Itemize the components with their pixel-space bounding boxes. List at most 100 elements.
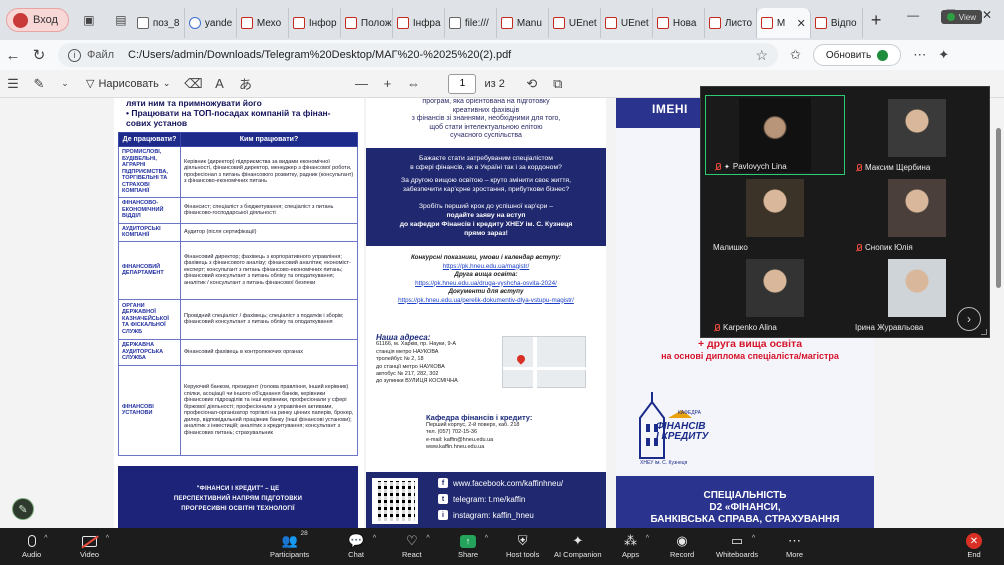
browser-tab-label: Інфра xyxy=(412,17,441,29)
audio-button[interactable]: ^ Audio xyxy=(22,532,48,559)
chevron-up-icon[interactable]: ^ xyxy=(373,535,376,542)
profile-button[interactable]: Вход xyxy=(6,8,69,32)
chevron-up-icon[interactable]: ^ xyxy=(485,535,488,542)
browser-tab[interactable]: Полож xyxy=(341,8,393,38)
workspaces-icon[interactable]: ▣ xyxy=(77,8,101,32)
draw-icon: ▽ xyxy=(86,78,95,90)
url-input[interactable]: i Файл C:/Users/admin/Downloads/Telegram… xyxy=(58,43,778,67)
cta-line: Зробіть перший крок до успішної кар'єри … xyxy=(418,203,554,210)
map-road xyxy=(533,337,537,389)
browser-tab[interactable]: UEnet xyxy=(549,8,601,38)
intro-line: сучасного суспільства xyxy=(450,132,522,139)
pencil-icon[interactable]: ✎ xyxy=(12,498,34,520)
end-call-icon: ✕ xyxy=(966,533,982,549)
whiteboard-icon: ▭ xyxy=(730,533,744,548)
share-label: Share xyxy=(458,550,479,559)
chat-button[interactable]: 💬 ^ Chat xyxy=(348,532,376,559)
address-line: 61166, м. Харків, пр. Науки, 9-А xyxy=(376,341,457,348)
admission-link[interactable]: https://pk.hneu.edu.ua/magistr/ xyxy=(366,263,606,272)
chevron-up-icon[interactable]: ^ xyxy=(426,535,429,542)
browser-tab[interactable]: Нова xyxy=(653,8,705,38)
contents-icon[interactable]: ☰ xyxy=(0,76,26,92)
browser-tab[interactable]: Інфор xyxy=(289,8,341,38)
scrollbar-thumb[interactable] xyxy=(996,128,1001,288)
next-page-button[interactable]: › xyxy=(957,307,981,331)
participant-tile[interactable]: Karpenko Alina xyxy=(705,255,845,335)
new-tab-button[interactable]: + xyxy=(871,10,882,31)
react-button[interactable]: ♡ ^ React xyxy=(402,532,430,559)
participant-tile[interactable]: Снопик Юлія xyxy=(847,175,987,255)
end-meeting-button[interactable]: ✕ End xyxy=(966,532,982,559)
refresh-icon[interactable]: ↻ xyxy=(26,46,52,64)
record-button[interactable]: ◉ Record xyxy=(670,532,694,559)
browser-tab[interactable]: поз_8 xyxy=(133,8,185,38)
browser-tab[interactable]: Відпо xyxy=(811,8,863,38)
social-link[interactable]: i instagram: kaffin_hneu xyxy=(438,510,534,520)
browser-tab[interactable]: UEnet xyxy=(601,8,653,38)
browser-tab[interactable]: Інфра xyxy=(393,8,445,38)
zoom-in-button[interactable]: + xyxy=(374,76,400,91)
ai-companion-button[interactable]: ✦ AI Companion xyxy=(554,532,602,559)
browser-tab[interactable]: Manu xyxy=(497,8,549,38)
pin-icon: ✦ xyxy=(724,163,730,171)
page-view-icon[interactable]: ⧉ xyxy=(545,76,571,92)
browser-tab[interactable]: yande xyxy=(185,8,237,38)
chevron-up-icon[interactable]: ^ xyxy=(646,535,649,542)
participant-tile[interactable]: ✦ Pavlovych Lina xyxy=(705,95,845,175)
flyer-red-line: на основі диплома спеціаліста/магістра xyxy=(661,351,839,361)
chevron-up-icon[interactable]: ^ xyxy=(752,535,755,542)
page-number-input[interactable] xyxy=(448,73,477,94)
page2-intro: програм, яка орієнтована на підготовку кр… xyxy=(366,98,606,141)
update-button[interactable]: Обновить xyxy=(812,44,902,66)
rotate-icon[interactable]: ⟲ xyxy=(519,76,545,92)
draw-tool[interactable]: ▽ Нарисовать ⌄ xyxy=(86,77,170,91)
social-link[interactable]: f www.facebook.com/kaffinhneu/ xyxy=(438,478,563,488)
chevron-up-icon[interactable]: ^ xyxy=(106,535,109,542)
eraser-icon[interactable]: ⌫ xyxy=(180,76,206,92)
favorites-icon[interactable]: ✩ xyxy=(790,47,801,63)
address-bar: ← ↻ i Файл C:/Users/admin/Downloads/Tele… xyxy=(0,40,1004,70)
info-icon[interactable]: i xyxy=(68,48,81,62)
browser-tab[interactable]: file:/// xyxy=(445,8,497,38)
tab-actions-icon[interactable]: ▤ xyxy=(109,8,133,32)
browser-tab[interactable]: Листо xyxy=(705,8,757,38)
participant-tile[interactable]: Малишко xyxy=(705,175,845,255)
browser-tab[interactable]: М ✕ xyxy=(756,8,811,38)
intro-line: щоб стати інтелектуальною елітою xyxy=(429,123,543,131)
cta-line: подайте заяву на вступ xyxy=(446,212,526,219)
fit-page-icon[interactable]: ⇔ xyxy=(400,76,426,91)
resize-handle[interactable] xyxy=(981,329,987,335)
zoom-video-panel[interactable]: Ірина Журавльова Karpenko Alina Снопик Юлі… xyxy=(700,86,990,338)
browser-tab-label: Відпо xyxy=(830,17,857,29)
translate-icon[interactable]: あ xyxy=(232,74,258,93)
admission-link[interactable]: https://pk.hneu.edu.ua/perelik-dokumenti… xyxy=(366,297,606,306)
back-icon[interactable]: ← xyxy=(0,47,26,64)
chevron-down-icon[interactable]: ⌄ xyxy=(52,78,78,89)
video-button[interactable]: ^ Video xyxy=(80,532,109,559)
view-badge[interactable]: View xyxy=(940,10,982,24)
highlight-icon[interactable]: ✎ xyxy=(26,76,52,92)
whiteboards-button[interactable]: ▭ ^ Whiteboards xyxy=(716,532,758,559)
share-button[interactable]: ↑ ^ Share xyxy=(458,532,488,559)
menu-dots-icon[interactable]: ⋯ xyxy=(913,47,926,63)
browser-tab[interactable]: Мехо xyxy=(237,8,289,38)
pdf-file-icon xyxy=(292,17,305,29)
close-tab-icon[interactable]: ✕ xyxy=(797,17,806,30)
read-aloud-icon[interactable]: A xyxy=(206,76,232,91)
more-button[interactable]: ⋯ More xyxy=(786,532,803,559)
participant-tile[interactable]: Максим Щербина xyxy=(847,95,987,175)
apps-button[interactable]: ⁂ ^ Apps xyxy=(622,532,649,559)
minimize-icon[interactable]: — xyxy=(907,8,919,22)
favorite-star-icon[interactable]: ☆ xyxy=(755,47,768,64)
table-row: ДЕРЖАВНА АУДИТОРСЬКА СЛУЖБА Фінансовий фа… xyxy=(118,338,358,366)
close-window-icon[interactable]: ✕ xyxy=(982,8,992,22)
zoom-out-button[interactable]: — xyxy=(348,76,374,91)
department-heading: Кафедра фінансів і кредиту: xyxy=(426,413,533,422)
zoom-toolbar: ^ Audio ^ Video 👥 28 Participants 💬 ^ Chat… xyxy=(0,528,1004,565)
admission-link[interactable]: https://pk.hneu.edu.ua/druga-vyshcha-osv… xyxy=(366,280,606,289)
copilot-icon[interactable]: ✦ xyxy=(938,47,949,63)
participants-button[interactable]: 👥 28 Participants xyxy=(270,530,309,559)
social-link[interactable]: t telegram: t.me/kaffin xyxy=(438,494,525,504)
chevron-up-icon[interactable]: ^ xyxy=(44,535,47,542)
host-tools-button[interactable]: ⛨ Host tools xyxy=(506,532,539,559)
